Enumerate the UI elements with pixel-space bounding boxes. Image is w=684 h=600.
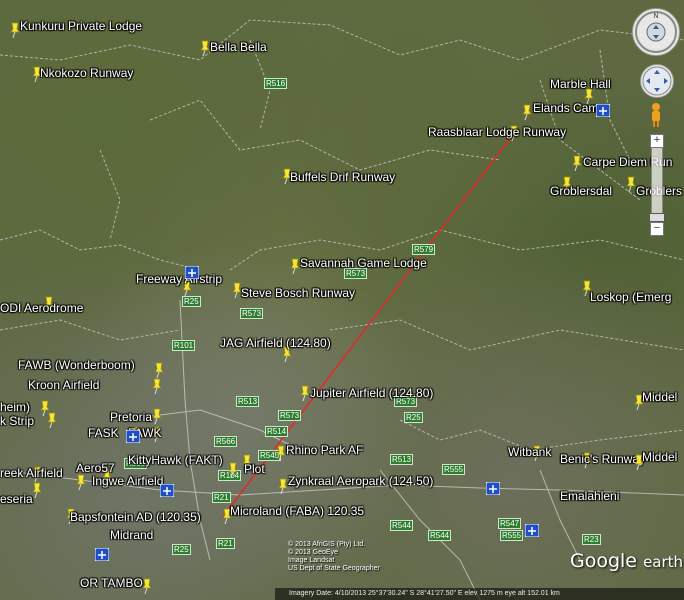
- road-badge: R573: [278, 410, 302, 421]
- airport-icon[interactable]: [596, 104, 610, 117]
- placemark-label[interactable]: Emalahleni: [560, 489, 619, 503]
- placemark-label[interactable]: Raasblaar Lodge Runway: [428, 125, 566, 139]
- placemark-label[interactable]: FAWB (Wonderboom): [18, 358, 135, 372]
- pushpin-icon[interactable]: [74, 474, 88, 491]
- placemark-label[interactable]: Jupiter Airfield (124.80): [310, 386, 433, 400]
- placemark-label[interactable]: ODI Aerodrome: [0, 301, 83, 315]
- road-badge: R579: [412, 244, 436, 255]
- placemark-label[interactable]: heim): [0, 400, 30, 414]
- road-badge: R513: [390, 454, 414, 465]
- road-badge: R555: [442, 464, 466, 475]
- placemark-label[interactable]: Plot: [244, 462, 265, 476]
- airport-icon[interactable]: [126, 430, 140, 443]
- placemark-label[interactable]: Midrand: [110, 528, 153, 542]
- airport-icon[interactable]: [185, 266, 199, 279]
- road-badge: R25: [172, 544, 191, 555]
- street-view-icon[interactable]: [649, 102, 663, 128]
- placemark-label[interactable]: Loskop (Emerg: [590, 290, 671, 304]
- status-bar: Imagery Date: 4/10/2013 25°37'30.24" S 2…: [275, 588, 684, 600]
- placemark-label[interactable]: Kroon Airfield: [28, 378, 99, 392]
- placemark-label[interactable]: Bapsfontein AD (120.35): [70, 510, 201, 524]
- placemark-label[interactable]: Middel: [642, 390, 677, 404]
- attribution-line: © 2013 AfriGIS (Pty) Ltd.: [288, 541, 366, 548]
- attribution-line: © 2013 GeoEye: [288, 549, 338, 556]
- satellite-map[interactable]: R516 R573 R25 R573 R579 R101 R513 R573 R573 R25 R5…: [0, 0, 684, 600]
- placemark-label[interactable]: Nkokozo Runway: [40, 66, 133, 80]
- road-badge: R514: [265, 426, 289, 437]
- pushpin-icon[interactable]: [570, 155, 584, 172]
- placemark-label[interactable]: eseria: [0, 492, 33, 506]
- pushpin-icon[interactable]: [150, 378, 164, 395]
- airport-icon[interactable]: [525, 524, 539, 537]
- placemark-label[interactable]: KittyHawk (FAKT): [128, 453, 223, 467]
- placemark-label[interactable]: k Strip: [0, 414, 34, 428]
- pushpin-icon[interactable]: [152, 362, 166, 379]
- placemark-label[interactable]: Savannah Game Lodge: [300, 256, 427, 270]
- road-badge: R101: [172, 340, 196, 351]
- airport-icon[interactable]: [95, 548, 109, 561]
- road-badge: R573: [240, 308, 264, 319]
- placemark-label[interactable]: Freeway Airstrip: [136, 272, 222, 286]
- google-earth-logo: Google earth: [570, 550, 683, 572]
- airport-icon[interactable]: [160, 484, 174, 497]
- road-badge: R547: [498, 518, 522, 529]
- placemark-label[interactable]: FASK: [88, 426, 119, 440]
- pushpin-icon[interactable]: [226, 462, 240, 479]
- road-badge: R544: [428, 530, 452, 541]
- placemark-label[interactable]: Steve Bosch Runway: [241, 286, 355, 300]
- pushpin-icon[interactable]: [150, 408, 164, 425]
- road-badge: R21: [212, 492, 231, 503]
- pushpin-icon[interactable]: [45, 412, 59, 429]
- logo-earth-text: earth: [643, 553, 684, 571]
- move-around-icon[interactable]: [640, 64, 674, 98]
- road-badge: R23: [582, 534, 601, 545]
- road-badge: R513: [236, 396, 260, 407]
- placemark-label[interactable]: Marble Hall: [550, 77, 611, 91]
- road-badge: R516: [264, 78, 288, 89]
- placemark-label[interactable]: Buffels Drif Runway: [290, 170, 395, 184]
- placemark-label[interactable]: Zynkraal Aeropark (124.50): [288, 474, 433, 488]
- road-badge: R25: [182, 296, 201, 307]
- placemark-label[interactable]: reek Airfield: [0, 466, 63, 480]
- road-badge: R25: [404, 412, 423, 423]
- placemark-label[interactable]: Microland (FABA) 120.35: [230, 504, 364, 518]
- placemark-label[interactable]: JAG Airfield (124.80): [220, 336, 331, 350]
- road-badge: R21: [216, 538, 235, 549]
- placemark-label[interactable]: Witbank: [508, 445, 551, 459]
- placemark-label[interactable]: Aero57: [76, 461, 115, 475]
- zoom-out-button[interactable]: −: [650, 222, 664, 236]
- svg-text:N: N: [653, 13, 658, 20]
- placemark-label[interactable]: Elands Camp: [533, 101, 605, 115]
- logo-google-text: Google: [570, 550, 638, 572]
- placemark-label[interactable]: Pretoria: [110, 410, 152, 424]
- placemark-label[interactable]: Ingwe Airfield: [92, 474, 163, 488]
- placemark-label[interactable]: Kunkuru Private Lodge: [20, 19, 142, 33]
- attribution-line: Image Landsat: [288, 557, 335, 564]
- placemark-label[interactable]: Middel: [642, 450, 677, 464]
- placemark-label[interactable]: Groblersdal: [550, 184, 612, 198]
- zoom-in-button[interactable]: +: [650, 134, 664, 148]
- attribution-line: US Dept of State Geographer: [288, 565, 380, 572]
- zoom-slider-handle[interactable]: [649, 213, 665, 222]
- road-badge: R555: [500, 530, 524, 541]
- airport-icon[interactable]: [486, 482, 500, 495]
- look-around-icon[interactable]: N: [632, 8, 680, 56]
- placemark-label[interactable]: Bella Bella: [210, 40, 267, 54]
- imagery-attribution: © 2013 AfriGIS (Pty) Ltd. © 2013 GeoEye …: [288, 541, 380, 573]
- placemark-label[interactable]: OR TAMBO: [80, 576, 143, 590]
- road-badge: R544: [390, 520, 414, 531]
- placemark-label[interactable]: Rhino Park AF: [286, 443, 363, 457]
- pushpin-icon[interactable]: [520, 104, 534, 121]
- road-badge: R566: [214, 436, 238, 447]
